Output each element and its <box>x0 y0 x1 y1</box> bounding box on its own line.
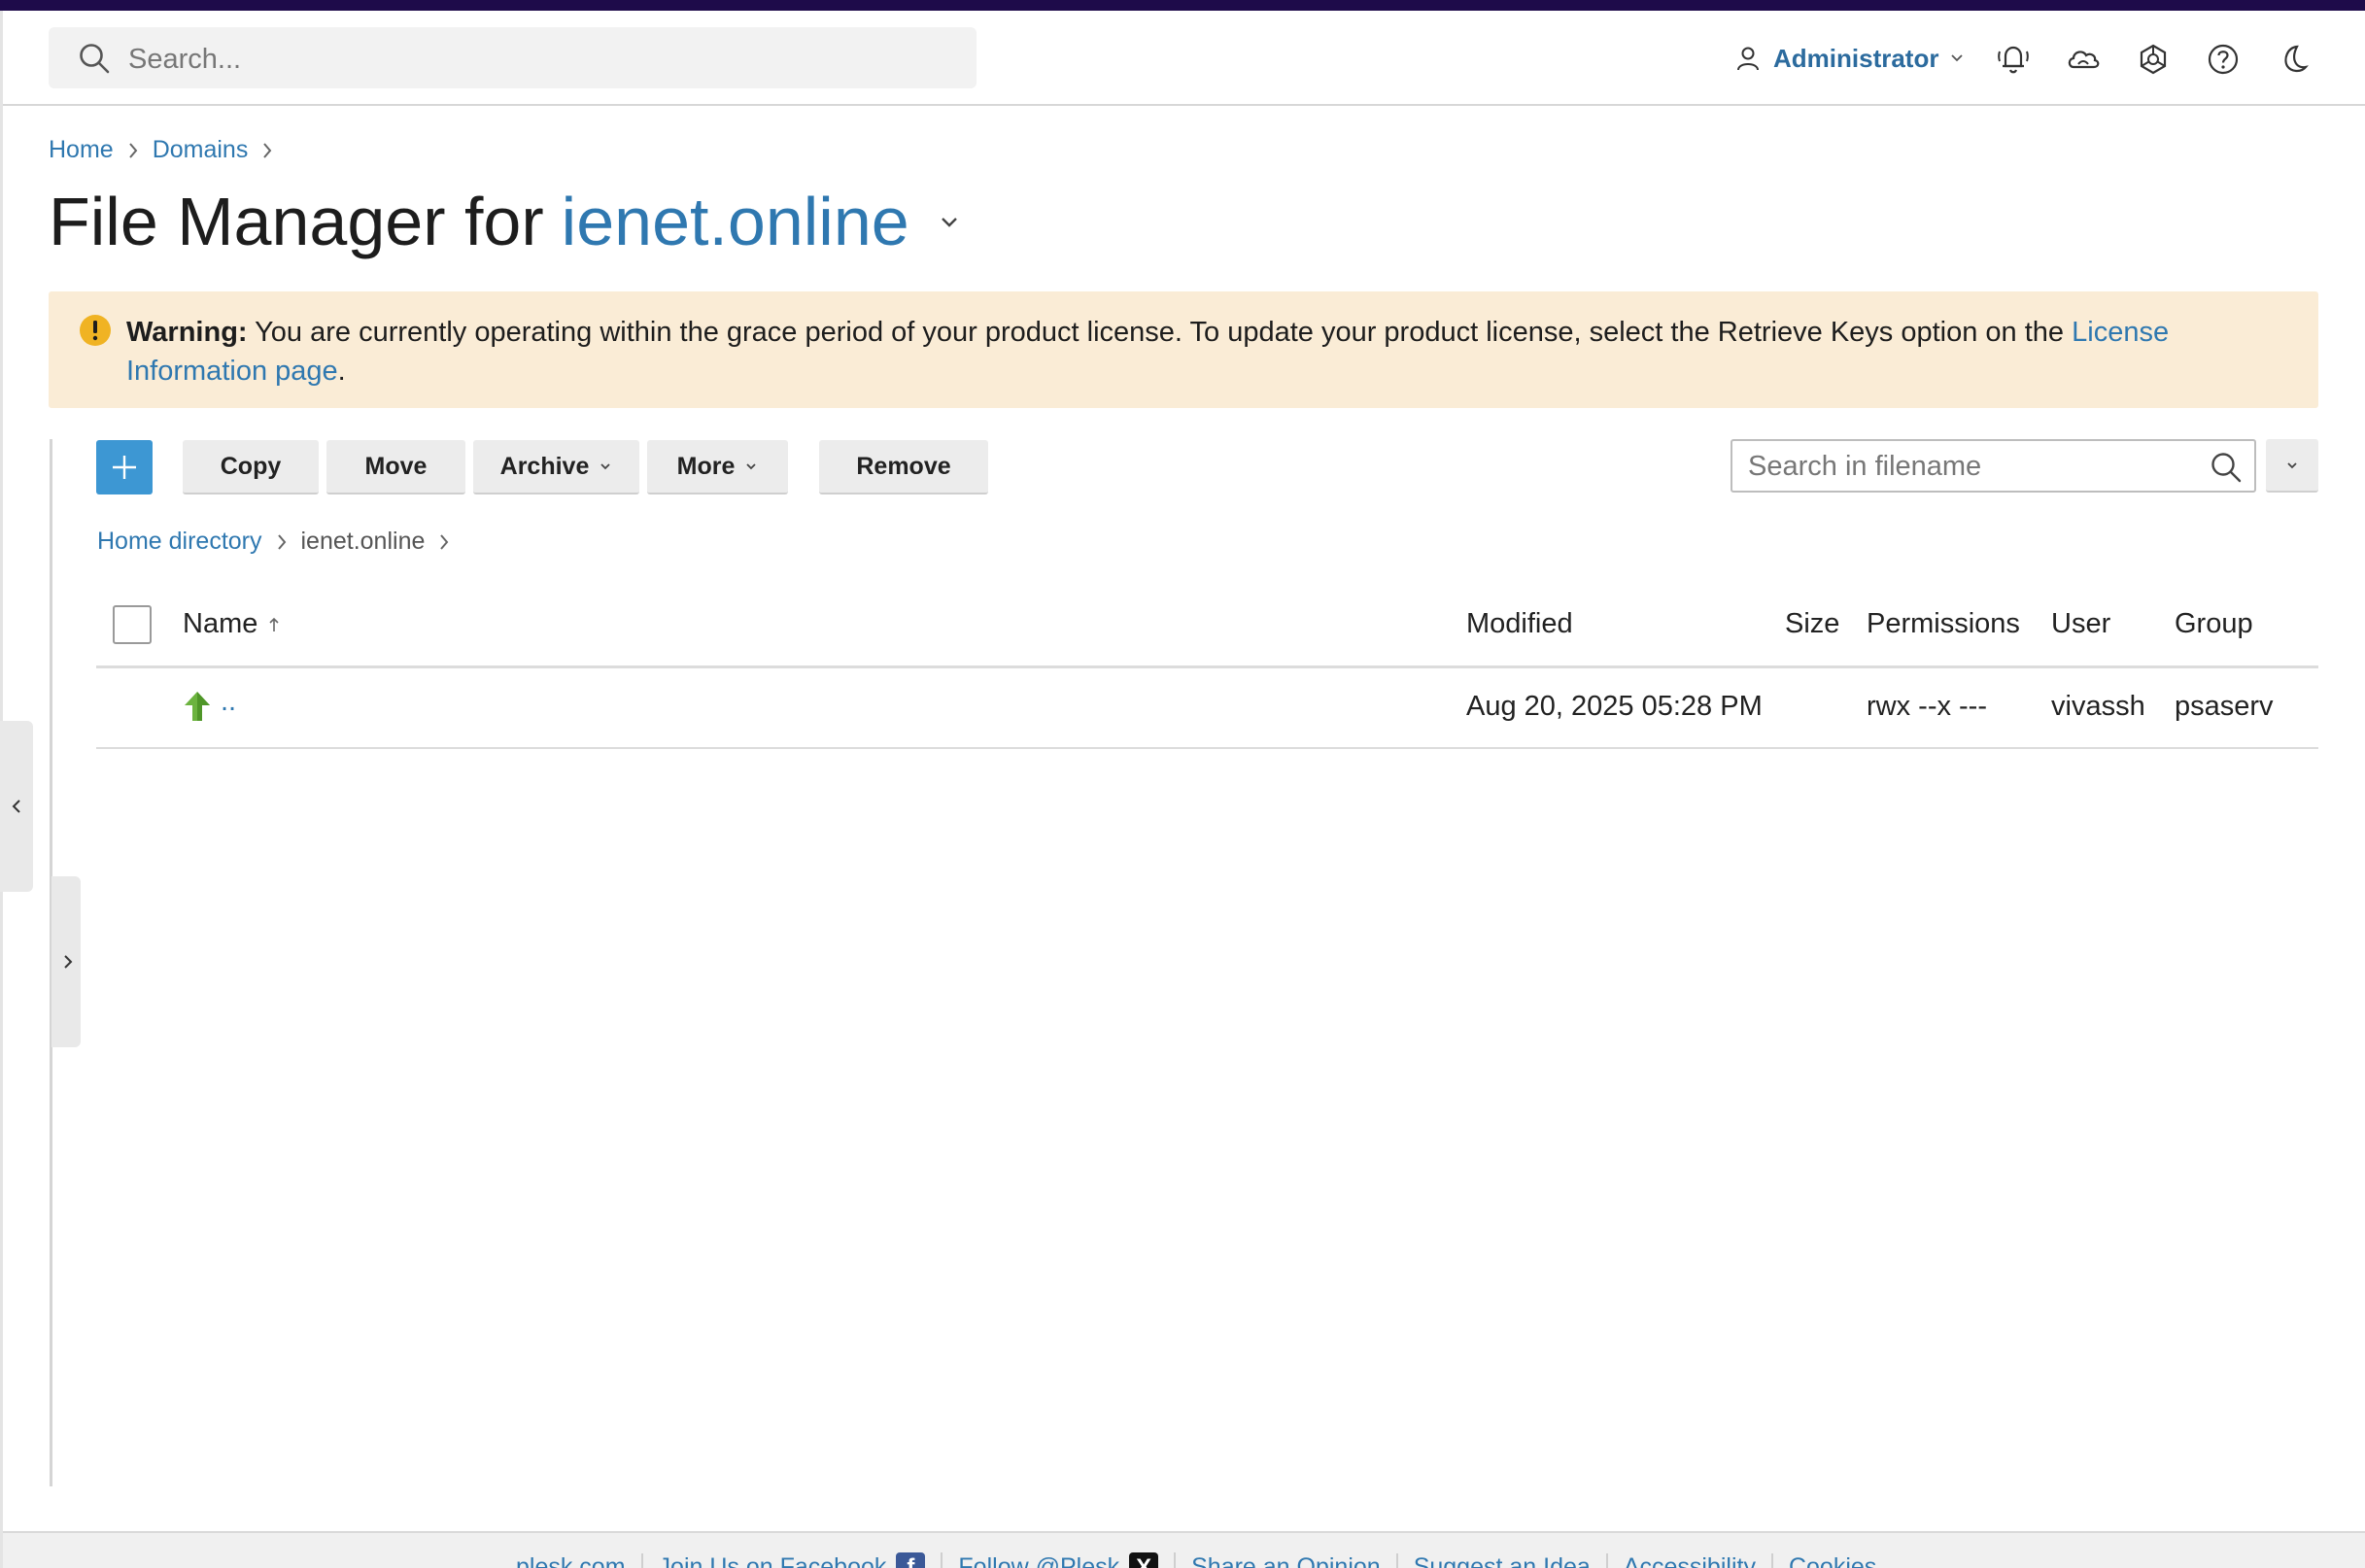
chevron-right-icon <box>440 533 449 550</box>
add-new-button[interactable] <box>96 440 153 494</box>
search-icon <box>80 44 110 74</box>
footer-links: plesk.com Join Us on Facebook f Follow @P… <box>516 1552 1892 1568</box>
column-user-header[interactable]: User <box>2051 608 2110 640</box>
extensions-icon[interactable] <box>2134 40 2173 79</box>
user-icon <box>1737 47 1759 71</box>
column-permissions-label: Permissions <box>1867 608 2020 639</box>
top-accent-strip <box>0 0 2365 11</box>
parent-directory-icon[interactable] <box>183 690 212 723</box>
move-button[interactable]: Move <box>326 440 465 494</box>
remove-button[interactable]: Remove <box>819 440 988 494</box>
footer-link-plesk[interactable]: plesk.com <box>516 1552 643 1568</box>
footer-link-label: Cookies <box>1788 1552 1877 1568</box>
search-placeholder: Search... <box>128 44 242 75</box>
column-user-label: User <box>2051 608 2111 639</box>
chevron-right-icon <box>64 955 73 969</box>
row-group: psaserv <box>2175 691 2274 722</box>
footer-link-idea[interactable]: Suggest an Idea <box>1398 1552 1608 1568</box>
chevron-left-icon <box>12 800 20 813</box>
archive-button-label: Archive <box>499 452 590 480</box>
row-modified: Aug 20, 2025 05:28 PM <box>1466 691 1763 722</box>
archive-button[interactable]: Archive <box>473 440 639 494</box>
column-size-header[interactable]: Size <box>1785 608 1839 640</box>
column-modified-header[interactable]: Modified <box>1466 608 1573 640</box>
breadcrumb-home[interactable]: Home <box>49 136 114 164</box>
footer-link-label: Share an Opinion <box>1191 1552 1381 1568</box>
footer-link-cookies[interactable]: Cookies <box>1773 1553 1892 1568</box>
chevron-down-icon <box>600 463 610 470</box>
notifications-icon[interactable] <box>1994 40 2033 79</box>
warning-icon <box>80 315 111 346</box>
warning-text: Warning: You are currently operating wit… <box>126 313 2283 391</box>
move-button-label: Move <box>364 452 428 480</box>
warning-suffix: . <box>337 356 346 387</box>
chevron-down-icon <box>746 463 756 470</box>
chevron-right-icon <box>277 533 286 550</box>
facebook-icon: f <box>896 1552 926 1568</box>
breadcrumb-domains[interactable]: Domains <box>153 136 249 164</box>
warning-message: You are currently operating within the g… <box>247 317 2073 348</box>
chevron-right-icon <box>128 142 138 158</box>
sort-ascending-icon <box>269 617 279 631</box>
page-title-prefix: File Manager for <box>49 184 544 259</box>
more-button-label: More <box>676 452 736 480</box>
copy-button-label: Copy <box>220 452 282 480</box>
footer-link-label: Suggest an Idea <box>1413 1552 1591 1568</box>
expand-tree-button[interactable] <box>51 876 81 1047</box>
row-permissions[interactable]: rwx --x --- <box>1867 691 1987 723</box>
file-table: Name Modified Size Permissions User Grou… <box>96 591 2318 749</box>
footer-link-opinion[interactable]: Share an Opinion <box>1176 1552 1398 1568</box>
column-permissions-header[interactable]: Permissions <box>1867 608 2020 640</box>
filename-search-input[interactable]: Search in filename <box>1731 439 2256 493</box>
domain-switcher[interactable]: ienet.online <box>562 183 909 260</box>
search-icon[interactable] <box>2210 451 2243 484</box>
header-bar: Search... Administrator <box>3 11 2365 106</box>
footer-link-x[interactable]: Follow @Plesk X <box>943 1552 1177 1568</box>
dark-mode-icon[interactable] <box>2274 40 2313 79</box>
column-name-label: Name <box>183 608 258 639</box>
table-header: Name Modified Size Permissions User Grou… <box>96 591 2318 668</box>
warning-label: Warning: <box>126 317 248 348</box>
breadcrumb: Home Domains <box>49 136 273 164</box>
column-size-label: Size <box>1785 608 1840 639</box>
filename-search-placeholder: Search in filename <box>1748 451 1982 482</box>
footer-link-label: Join Us on Facebook <box>658 1552 887 1568</box>
column-modified-label: Modified <box>1466 608 1573 639</box>
column-group-header[interactable]: Group <box>2175 608 2253 640</box>
chevron-down-icon[interactable] <box>935 207 964 236</box>
row-user: vivassh <box>2051 691 2145 722</box>
remove-button-label: Remove <box>856 452 951 480</box>
home-directory-link[interactable]: Home directory <box>97 528 262 556</box>
page-title: File Manager for ienet.online <box>49 183 964 260</box>
user-menu[interactable]: Administrator <box>1734 41 1964 76</box>
parent-directory-link[interactable]: .. <box>221 686 236 718</box>
chevron-right-icon <box>263 142 272 158</box>
search-options-toggle[interactable] <box>2266 439 2318 493</box>
chevron-down-icon <box>2287 462 2297 469</box>
collapse-sidebar-button[interactable] <box>0 721 33 892</box>
help-icon[interactable] <box>2204 40 2243 79</box>
footer-link-accessibility[interactable]: Accessibility <box>1608 1552 1773 1568</box>
chevron-down-icon <box>1951 54 1964 62</box>
copy-button[interactable]: Copy <box>183 440 319 494</box>
global-search-input[interactable]: Search... <box>49 27 977 88</box>
footer-link-label: Accessibility <box>1623 1552 1756 1568</box>
user-menu-label: Administrator <box>1773 43 1939 73</box>
footer: plesk.com Join Us on Facebook f Follow @P… <box>3 1531 2365 1568</box>
x-icon: X <box>1129 1552 1159 1568</box>
column-group-label: Group <box>2175 608 2253 639</box>
license-warning-banner: Warning: You are currently operating wit… <box>49 291 2318 408</box>
table-row[interactable]: .. Aug 20, 2025 05:28 PM rwx --x --- viv… <box>96 668 2318 749</box>
cloud-icon[interactable] <box>2064 40 2103 79</box>
footer-link-facebook[interactable]: Join Us on Facebook f <box>643 1552 943 1568</box>
more-button[interactable]: More <box>647 440 788 494</box>
select-all-checkbox[interactable] <box>113 605 152 644</box>
directory-breadcrumb: Home directory ienet.online <box>97 528 450 556</box>
footer-link-label: plesk.com <box>516 1552 626 1568</box>
current-directory[interactable]: ienet.online <box>301 528 426 556</box>
column-name-header[interactable]: Name <box>183 608 281 640</box>
plus-icon <box>113 456 136 479</box>
footer-link-label: Follow @Plesk <box>958 1552 1120 1568</box>
